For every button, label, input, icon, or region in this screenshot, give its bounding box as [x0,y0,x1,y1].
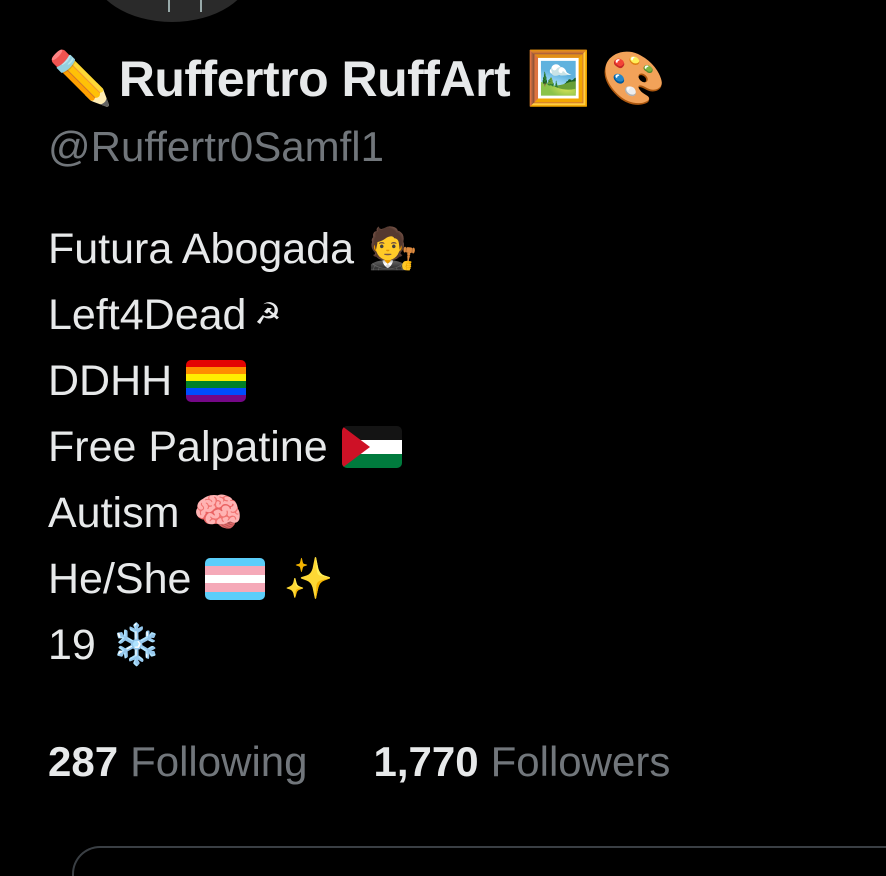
follow-stats: 287 Following 1,770 Followers [48,738,670,786]
bio-line-text: Autism [48,488,180,537]
display-name: Ruffertro RuffArt [118,51,511,107]
rainbow-flag-icon [186,360,247,402]
bio-line: DDHH [48,348,866,414]
bio-line-text: He/She [48,554,192,603]
user-handle: @Ruffertr0Samfl1 [48,123,384,170]
following-link[interactable]: 287 Following [48,738,308,786]
display-name-row: ✏️ Ruffertro RuffArt 🖼️ 🎨 [48,36,866,122]
hammer-sickle-icon: ☭ [254,298,282,331]
followers-count: 1,770 [373,738,479,785]
artist-palette-icon: 🎨 [600,49,666,109]
bio-line: Left4Dead ☭ [48,282,866,348]
transgender-flag-icon [205,558,266,600]
bio-line: Futura Abogada 🧑‍⚖️ [48,216,866,282]
pencil-icon: ✏️ [48,49,113,109]
following-label: Following [130,738,308,785]
bio-line: He/She ✨ [48,546,866,612]
bio-line-text: Free Palpatine [48,422,328,471]
followers-label: Followers [490,738,671,785]
following-count: 287 [48,738,119,785]
brain-icon: 🧠 [193,491,244,535]
framed-picture-icon: 🖼️ [526,49,591,109]
bio-line-text: DDHH [48,356,173,405]
bio-line-text: 19 [48,620,96,669]
bio-line: Free Palpatine [48,414,866,480]
bio-line-text: Left4Dead [48,290,247,339]
avatar[interactable] [88,0,256,26]
bottom-panel-edge [72,846,886,876]
bio-line: 19 ❄️ [48,612,866,678]
bio-line: Autism 🧠 [48,480,866,546]
sparkles-icon: ✨ [283,557,334,601]
bio: Futura Abogada 🧑‍⚖️ Left4Dead ☭ DDHH Fre… [48,216,866,678]
palestine-flag-icon [341,426,402,468]
snowflake-icon: ❄️ [111,623,162,667]
profile-header: ✏️ Ruffertro RuffArt 🖼️ 🎨 @Ruffertr0Samf… [48,36,866,678]
bio-line-text: Futura Abogada [48,224,355,273]
judge-icon: 🧑‍⚖️ [368,227,418,271]
avatar-sketch [168,0,202,12]
followers-link[interactable]: 1,770 Followers [374,738,671,786]
